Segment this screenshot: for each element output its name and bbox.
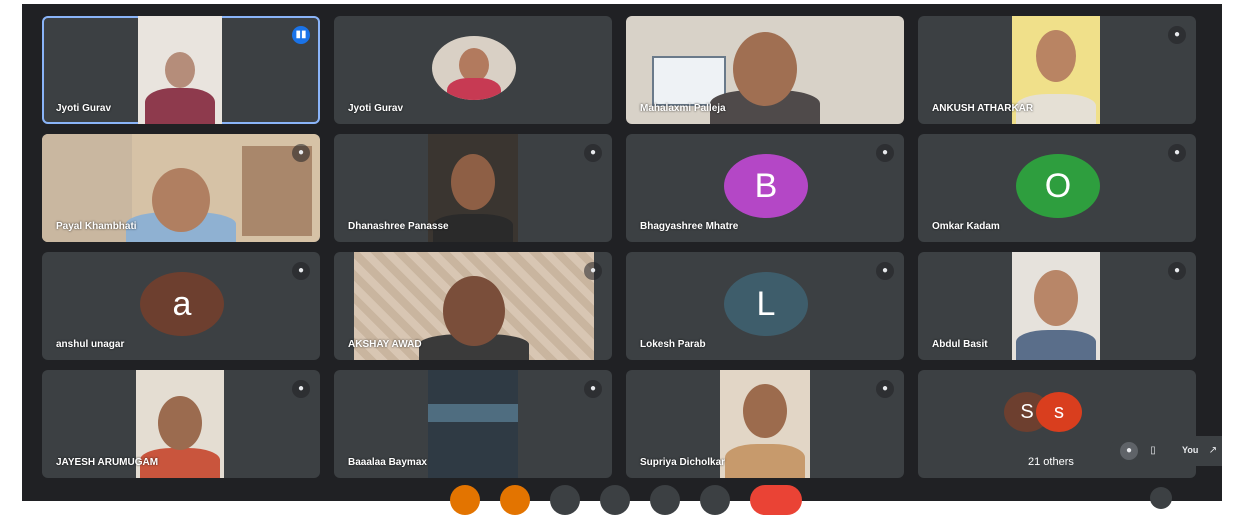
- participant-name: Lokesh Parab: [640, 339, 706, 350]
- mic-off-icon: ●: [292, 380, 310, 398]
- others-avatar: s: [1036, 392, 1082, 432]
- initial-avatar: O: [1016, 154, 1100, 218]
- hang-up-button[interactable]: [750, 485, 802, 515]
- participant-name: Bhagyashree Mhatre: [640, 221, 739, 232]
- participant-tile[interactable]: ● Abdul Basit: [918, 252, 1196, 360]
- participant-name: JAYESH ARUMUGAM: [56, 457, 159, 468]
- participant-tile[interactable]: B ● Bhagyashree Mhatre: [626, 134, 904, 242]
- others-count: 21 others: [1028, 456, 1074, 468]
- participant-tile[interactable]: ● Payal Khambhati: [42, 134, 320, 242]
- participant-name: Jyoti Gurav: [348, 103, 404, 114]
- expand-icon[interactable]: ↗: [1204, 442, 1222, 460]
- participant-name: Baaalaa Baymax: [348, 457, 427, 468]
- mic-off-icon: ●: [1168, 26, 1186, 44]
- initial-avatar: L: [724, 272, 808, 336]
- participant-name: anshul unagar: [56, 339, 125, 350]
- participant-tile[interactable]: ● Dhanashree Panasse: [334, 134, 612, 242]
- present-icon[interactable]: [650, 485, 680, 515]
- meeting-grid: ▮▮ Jyoti Gurav Jyoti Gurav Mahalaxmi Pal…: [22, 4, 1222, 515]
- mic-off-icon: ●: [584, 380, 602, 398]
- participant-name: AKSHAY AWAD: [348, 339, 422, 350]
- participant-tile[interactable]: ● AKSHAY AWAD: [334, 252, 612, 360]
- mic-off-icon: ●: [292, 262, 310, 280]
- speaking-icon: ▮▮: [292, 26, 310, 44]
- chat-icon[interactable]: [1150, 487, 1172, 509]
- participant-video: [428, 370, 518, 478]
- mic-off-icon: ●: [584, 262, 602, 280]
- camera-icon[interactable]: ▯: [1144, 442, 1162, 460]
- participant-video: [720, 370, 810, 478]
- mic-off-icon: ●: [876, 380, 894, 398]
- participant-name: Abdul Basit: [932, 339, 988, 350]
- participant-tile[interactable]: ▮▮ Jyoti Gurav: [42, 16, 320, 124]
- participant-tile[interactable]: L ● Lokesh Parab: [626, 252, 904, 360]
- camera-icon[interactable]: [600, 485, 630, 515]
- mic-off-icon: ●: [1168, 262, 1186, 280]
- self-view-bar: ● ▯ You ↗: [1110, 436, 1222, 466]
- participant-video: [1012, 252, 1100, 360]
- participant-tile[interactable]: Jyoti Gurav: [334, 16, 612, 124]
- self-label: You: [1182, 445, 1199, 455]
- mic-icon[interactable]: [550, 485, 580, 515]
- profile-photo: [432, 36, 516, 100]
- participant-name: Mahalaxmi Palleja: [640, 103, 726, 114]
- control-bar: [22, 485, 1222, 515]
- participant-name: Jyoti Gurav: [56, 103, 112, 114]
- more-options-icon[interactable]: [700, 485, 730, 515]
- reaction-icon[interactable]: [450, 485, 480, 515]
- mic-off-icon: ●: [876, 144, 894, 162]
- participant-tile[interactable]: ● JAYESH ARUMUGAM: [42, 370, 320, 478]
- mic-off-icon[interactable]: ●: [1120, 442, 1138, 460]
- participant-tile[interactable]: ● Baaalaa Baymax: [334, 370, 612, 478]
- participant-tile[interactable]: ● Supriya Dicholkar: [626, 370, 904, 478]
- raise-hand-icon[interactable]: [500, 485, 530, 515]
- participant-name: Supriya Dicholkar: [640, 457, 726, 468]
- mic-off-icon: ●: [876, 262, 894, 280]
- participant-video: [138, 16, 222, 124]
- participant-tile[interactable]: O ● Omkar Kadam: [918, 134, 1196, 242]
- initial-avatar: B: [724, 154, 808, 218]
- participant-name: Payal Khambhati: [56, 221, 137, 232]
- participant-tile[interactable]: a ● anshul unagar: [42, 252, 320, 360]
- mic-off-icon: ●: [1168, 144, 1186, 162]
- participant-name: Omkar Kadam: [932, 221, 1000, 232]
- participant-name: ANKUSH ATHARKAR: [932, 103, 1034, 114]
- participant-name: Dhanashree Panasse: [348, 221, 449, 232]
- participant-tile[interactable]: ● ANKUSH ATHARKAR: [918, 16, 1196, 124]
- mic-off-icon: ●: [292, 144, 310, 162]
- participant-tile[interactable]: Mahalaxmi Palleja: [626, 16, 904, 124]
- initial-avatar: a: [140, 272, 224, 336]
- mic-off-icon: ●: [584, 144, 602, 162]
